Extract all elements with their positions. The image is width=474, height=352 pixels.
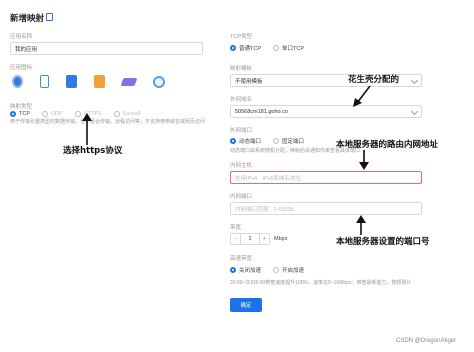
accel-off[interactable]: 关闭加速	[230, 266, 261, 274]
port-fixed[interactable]: 固定端口	[273, 137, 304, 145]
blue-globe-icon[interactable]	[12, 75, 23, 88]
tcp-type-group: 普通TCP 单口TCP	[230, 44, 304, 52]
confirm-button[interactable]: 确定	[230, 298, 262, 312]
app-name-value: 我的应用	[15, 46, 38, 53]
mapping-template-value: 不使用模板	[235, 78, 263, 85]
accel-option-group: 关闭加速 开启加速	[230, 266, 304, 274]
mapping-type-label: 映射类型	[10, 104, 33, 110]
annotation-https: 选择https协议	[63, 146, 123, 156]
port-option-group: 动态端口 固定端口	[230, 137, 304, 145]
bandwidth-value: 1	[248, 236, 252, 242]
orange-doc-icon[interactable]	[94, 75, 105, 88]
blue-dot-icon[interactable]	[153, 75, 165, 88]
port-label: 外网端口	[230, 128, 253, 134]
tcp-type-label: TCP类型	[230, 34, 253, 40]
port-dynamic[interactable]: 动态端口	[230, 137, 261, 145]
app-icon-label: 应用图标	[10, 65, 33, 71]
minus-icon[interactable]: −	[231, 234, 241, 244]
tcp-type-normal[interactable]: 普通TCP	[230, 44, 261, 52]
radio-icon	[42, 111, 48, 117]
type-note: 用于传输长整类型的数据传输，也不适合传输，远程访问等，不支持使用域名或网页访问	[10, 119, 206, 125]
radio-icon	[273, 267, 280, 273]
intranet-port-placeholder: 内网端口范围：1-65535	[235, 206, 294, 213]
accel-on[interactable]: 开启加速	[273, 266, 304, 274]
arrow-up-icon	[82, 113, 92, 145]
tcp-type-single[interactable]: 单口TCP	[273, 44, 304, 52]
annotation-host: 本地服务器的路由内网地址	[336, 140, 439, 150]
intranet-port-input[interactable]: 内网端口范围：1-65535	[230, 202, 422, 215]
intranet-host-label: 内网主机	[230, 163, 253, 169]
radio-icon	[230, 45, 236, 51]
chevron-down-icon	[410, 76, 419, 85]
radio-icon	[230, 138, 236, 144]
radio-icon	[10, 111, 16, 117]
arrow-up-icon	[356, 215, 366, 235]
watermark: CSDN @DregonAtiger	[396, 338, 457, 344]
plus-icon[interactable]: +	[259, 234, 269, 244]
app-name-input[interactable]: 我的应用	[10, 42, 203, 55]
intranet-host-input[interactable]: 支持IPv4、IPv6和域名地址	[230, 171, 422, 184]
mapping-template-label: 映射模板	[230, 66, 253, 72]
arrow-down-icon	[359, 150, 369, 170]
type-socks5[interactable]: Socks5	[113, 111, 141, 117]
intranet-port-label: 内网端口	[230, 194, 253, 200]
accel-label: 高速带宽	[230, 256, 253, 262]
bandwidth-label: 带宽	[230, 225, 242, 231]
domain-select[interactable]: 50568cm181.goho.co	[230, 105, 422, 118]
domain-value: 50568cm181.goho.co	[235, 108, 288, 115]
intranet-host-placeholder: 支持IPv4、IPv6和域名地址	[235, 175, 302, 182]
domain-label: 外网域名	[230, 97, 253, 103]
radio-icon	[273, 45, 280, 51]
page-title: 新增映射	[10, 13, 45, 23]
purple-server-icon[interactable]	[120, 77, 138, 86]
app-icon-picker[interactable]	[12, 75, 165, 88]
bandwidth-stepper[interactable]: − 1 +	[230, 233, 270, 245]
annotation-port: 本地服务器设置的端口号	[336, 237, 430, 247]
app-name-label: 应用名称	[10, 34, 33, 40]
type-udp[interactable]: UDP	[42, 111, 63, 117]
chevron-down-icon	[410, 107, 419, 116]
phone-icon[interactable]	[40, 75, 49, 88]
accel-note: 20:00~次日8:00带宽速度提升100%，速率在5~10Mbps：带宽最新能…	[230, 280, 412, 286]
mapping-type-group: TCP UDP HTTPS Socks5	[10, 111, 141, 117]
blue-file-icon[interactable]	[66, 75, 77, 88]
arrow-down-left-icon	[353, 85, 371, 107]
type-tcp[interactable]: TCP	[10, 111, 30, 117]
radio-icon	[113, 111, 120, 117]
help-icon[interactable]	[46, 13, 53, 21]
radio-icon	[230, 267, 236, 273]
bandwidth-unit: Mbps	[274, 236, 288, 242]
radio-icon	[273, 138, 280, 144]
